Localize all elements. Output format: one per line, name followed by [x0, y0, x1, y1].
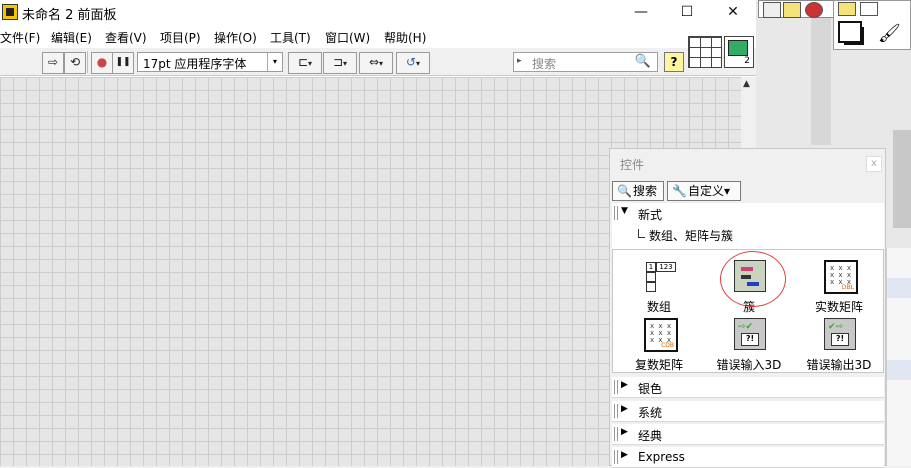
reorder-icon[interactable]: ↺▾ — [396, 52, 430, 74]
vi-icon-screen — [728, 40, 748, 56]
palette-item-array[interactable]: 1 123 数组 — [613, 254, 705, 314]
abort-icon[interactable]: ● — [91, 52, 113, 74]
run-continuously-icon[interactable]: ⟲ — [64, 52, 86, 74]
breakpoint-icon[interactable] — [860, 2, 878, 16]
collapsed-triangle-icon: ▶ — [621, 380, 628, 390]
collapsed-triangle-icon: ▶ — [621, 450, 628, 460]
search-input[interactable]: ▸ 搜索 🔍 — [513, 52, 658, 72]
background-list — [886, 248, 911, 466]
vi-icon-number: 2 — [744, 56, 750, 66]
vi-icon[interactable]: 2 — [724, 36, 754, 68]
run-arrow-icon[interactable]: ⇨ — [42, 52, 64, 74]
wrench-icon: 🔧 — [672, 184, 687, 198]
search-placeholder: 搜索 — [532, 57, 557, 71]
palette-item-error-out[interactable]: ✔⇨ ?! 错误输出3D — [793, 312, 885, 372]
title-bar[interactable]: 未命名 2 前面板 — ☐ ✕ — [0, 0, 756, 25]
highlight-circle — [720, 251, 786, 307]
palette-title: 控件 — [620, 158, 645, 172]
resize-objects-icon[interactable]: ⇔▾ — [359, 52, 393, 74]
error-out-icon: ✔⇨ ?! — [824, 318, 856, 350]
window-title: 未命名 2 前面板 — [22, 8, 117, 23]
subpalette-path[interactable]: 数组、矩阵与簇 — [638, 227, 733, 244]
maximize-button[interactable]: ☐ — [664, 0, 710, 25]
expanded-triangle-icon: ▼ — [621, 206, 628, 216]
palette-item-real-matrix[interactable]: x x x x x x x x x DBL 实数矩阵 — [793, 254, 885, 314]
controls-palette: 控件 x 🔍搜索 🔧自定义▾ ▼ 新式 数组、矩阵与簇 1 123 数组 簇 x… — [609, 148, 886, 468]
search-icon: 🔍 — [617, 184, 632, 198]
tools-palette: 🖌 — [833, 0, 911, 50]
distribute-objects-icon[interactable]: ⊐▾ — [323, 52, 357, 74]
search-icon[interactable]: 🔍 — [635, 54, 651, 69]
category-classic[interactable]: ▶ 经典 — [612, 424, 884, 445]
background-panel-edge — [893, 130, 911, 228]
palette-customize-button[interactable]: 🔧自定义▾ — [667, 181, 741, 201]
palette-search-button[interactable]: 🔍搜索 — [612, 181, 664, 201]
vi-connector-icon[interactable] — [783, 2, 801, 18]
background-toolbar — [758, 0, 836, 18]
background-list-row — [887, 360, 911, 380]
menu-tools[interactable]: 工具(T) — [270, 29, 311, 46]
font-dropdown-value: 17pt 应用程序字体 — [143, 57, 247, 71]
minimize-button[interactable]: — — [618, 0, 664, 25]
pause-icon[interactable]: ❚❚ — [112, 52, 134, 74]
menu-help[interactable]: 帮助(H) — [384, 29, 426, 46]
category-express[interactable]: ▶ Express — [612, 447, 884, 468]
palette-item-complex-matrix[interactable]: x x x x x x x x x CDB 复数矩阵 — [613, 312, 705, 372]
menu-window[interactable]: 窗口(W) — [325, 29, 370, 46]
context-help-button[interactable]: ? — [664, 52, 684, 72]
align-objects-icon[interactable]: ⊏▾ — [288, 52, 322, 74]
toolbar-separator — [87, 51, 88, 73]
paint-brush-icon[interactable]: 🖌 — [878, 23, 901, 44]
font-dropdown[interactable]: 17pt 应用程序字体 ▾ — [137, 52, 283, 72]
menu-file[interactable]: 文件(F) — [0, 29, 40, 46]
tree-corner-icon — [638, 229, 645, 238]
background-list-row — [887, 278, 911, 298]
stop-icon[interactable] — [805, 2, 823, 18]
menu-project[interactable]: 项目(P) — [160, 29, 201, 46]
error-in-icon: ⇨✔ ?! — [734, 318, 766, 350]
collapsed-triangle-icon: ▶ — [621, 427, 628, 437]
chevron-down-icon: ▾ — [267, 53, 282, 71]
palette-close-icon[interactable]: x — [866, 156, 882, 172]
grid-icon[interactable] — [763, 2, 781, 18]
palette-item-error-in[interactable]: ⇨✔ ?! 错误输入3D — [703, 312, 795, 372]
search-dropdown-icon: ▸ — [517, 56, 522, 66]
probe-icon[interactable] — [838, 2, 856, 16]
array-icon: 1 123 — [644, 260, 676, 292]
menu-bar: 文件(F) 编辑(E) 查看(V) 项目(P) 操作(O) 工具(T) 窗口(W… — [0, 26, 756, 48]
close-button[interactable]: ✕ — [710, 0, 756, 25]
background-scrollbar — [811, 0, 831, 145]
menu-view[interactable]: 查看(V) — [105, 29, 147, 46]
real-matrix-icon: x x x x x x x x x DBL — [824, 260, 858, 294]
foreground-color-icon[interactable] — [838, 21, 862, 43]
connector-pane-icon[interactable] — [688, 36, 722, 68]
scroll-up-icon[interactable]: ▲ — [743, 79, 750, 89]
labview-app-icon — [2, 4, 18, 20]
menu-operate[interactable]: 操作(O) — [214, 29, 257, 46]
menu-edit[interactable]: 编辑(E) — [51, 29, 92, 46]
collapsed-triangle-icon: ▶ — [621, 404, 628, 414]
complex-matrix-icon: x x x x x x x x x CDB — [644, 318, 678, 352]
category-system[interactable]: ▶ 系统 — [612, 401, 884, 422]
category-silver[interactable]: ▶ 银色 — [612, 377, 884, 398]
